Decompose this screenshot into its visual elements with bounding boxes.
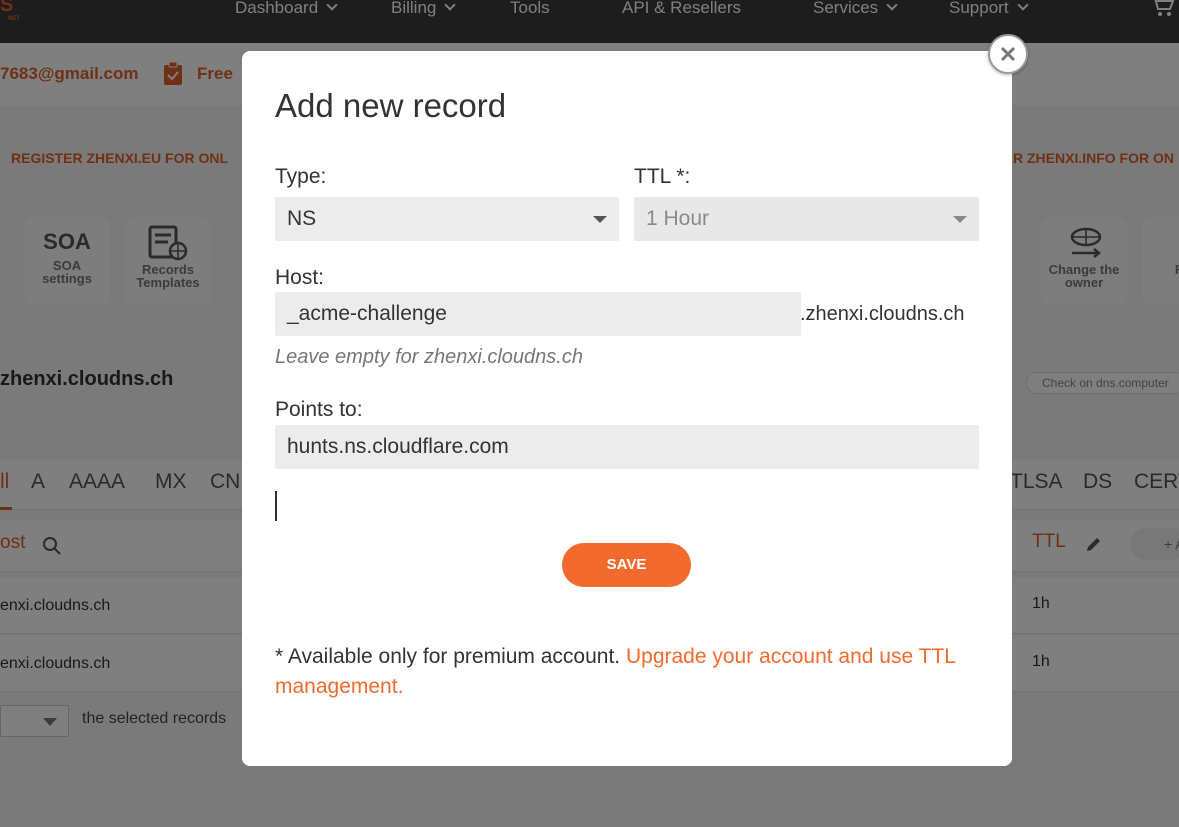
close-icon xyxy=(1000,46,1016,62)
points-to-input[interactable]: hunts.ns.cloudflare.com xyxy=(275,425,979,469)
save-button[interactable]: SAVE xyxy=(562,543,691,587)
ttl-select-value: 1 Hour xyxy=(646,207,710,230)
caret-down-icon xyxy=(953,216,967,223)
host-input[interactable]: _acme-challenge xyxy=(275,292,801,336)
text-cursor xyxy=(275,491,277,521)
premium-note-text: * Available only for premium account. xyxy=(275,645,626,668)
add-record-dialog: Add new record Type: NS TTL *: 1 Hour Ho… xyxy=(242,51,1012,766)
type-label: Type: xyxy=(275,165,327,188)
host-label: Host: xyxy=(275,266,325,289)
ttl-select[interactable]: 1 Hour xyxy=(634,197,979,241)
host-domain-suffix: .zhenxi.cloudns.ch xyxy=(800,303,965,325)
dialog-title: Add new record xyxy=(275,87,507,124)
points-to-label: Points to: xyxy=(275,398,363,421)
host-hint: Leave empty for zhenxi.cloudns.ch xyxy=(275,346,583,368)
close-button[interactable] xyxy=(988,34,1028,74)
premium-note: * Available only for premium account. Up… xyxy=(275,642,975,702)
type-select-value: NS xyxy=(287,207,317,230)
type-select[interactable]: NS xyxy=(275,197,619,241)
caret-down-icon xyxy=(593,216,607,223)
ttl-label: TTL *: xyxy=(634,165,691,188)
